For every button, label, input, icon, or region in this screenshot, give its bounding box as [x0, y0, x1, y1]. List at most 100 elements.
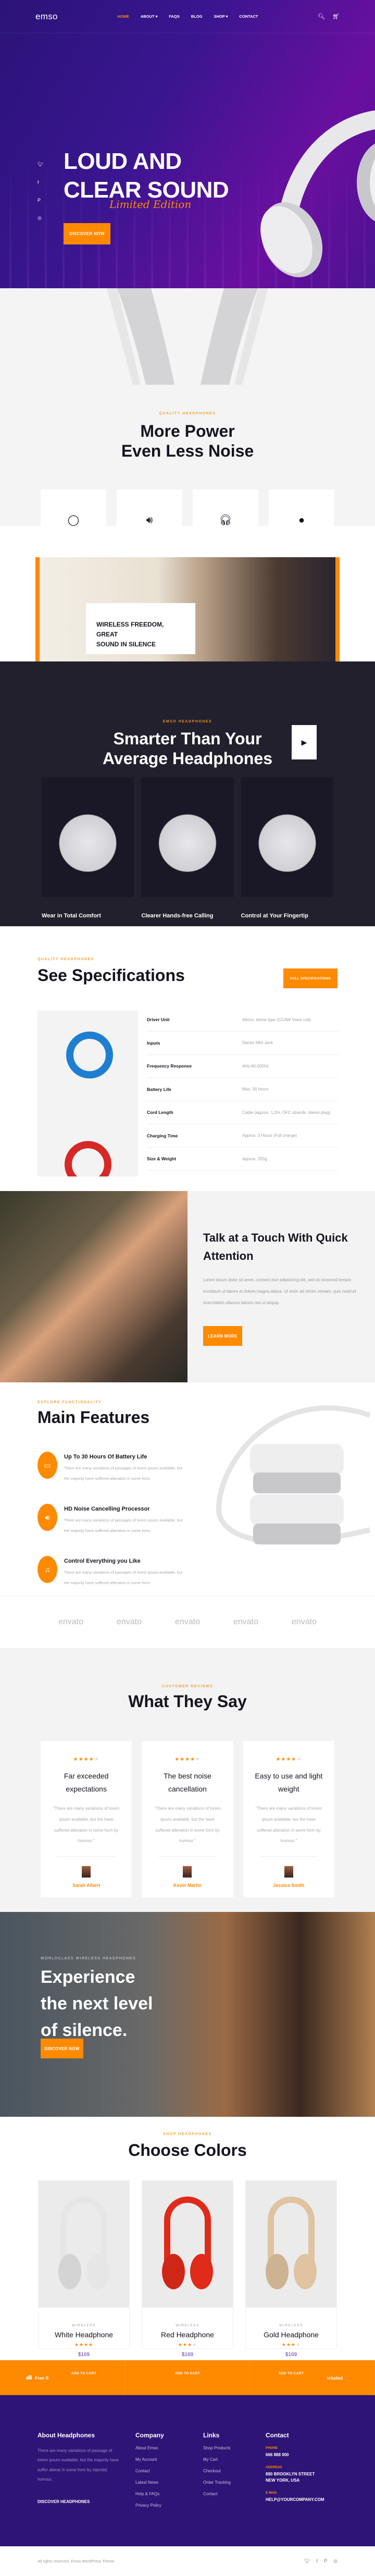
product-image[interactable] [246, 2181, 336, 2308]
divider [158, 1856, 217, 1857]
facebook-icon[interactable]: f [38, 180, 43, 185]
avatar [183, 1866, 192, 1878]
review-card: ★★★★★ The best noise cancellation "There… [142, 1741, 233, 1897]
product-name[interactable]: Gold Headphone [246, 2330, 336, 2339]
hero-title: LOUD AND CLEAR SOUND [64, 147, 229, 204]
spec-value: Cable (approx. 1.2m, OFC strands, stereo… [242, 1101, 339, 1124]
nav-home[interactable]: HOME [117, 14, 129, 19]
full-specifications-button[interactable]: FULL SPECIFICATIONS [283, 968, 338, 988]
footer-social: 🐦︎ f P ◎ [304, 2558, 338, 2564]
product-name[interactable]: White Headphone [39, 2330, 129, 2339]
footer-link[interactable]: Help & FAQs [135, 2492, 164, 2496]
smarter-title-line1: Smarter Than Your [113, 729, 262, 748]
star-empty-icon: ★ [296, 2342, 301, 2347]
smarter-title: Smarter Than Your Average Headphones [0, 729, 375, 769]
star-filled-icon: ★ [286, 2342, 291, 2347]
footer-link[interactable]: My Account [135, 2457, 164, 2462]
earcup-shape [86, 2254, 109, 2289]
star-filled-icon: ★ [83, 1757, 89, 1762]
reviews-eyebrow: CUSTOMER REVIEWS [161, 1685, 214, 1688]
spec-label: Cord Length [147, 1101, 242, 1124]
hero-title-line1: LOUD AND [64, 149, 182, 174]
learn-more-button[interactable]: LEARN MORE [203, 1326, 242, 1346]
email-label: E-MAIL [266, 2491, 278, 2495]
copyright-text: All rights reserved. Emso WordPress Them… [38, 2559, 115, 2563]
feature-text: There are many variations of passages of… [64, 1570, 183, 1585]
product-name[interactable]: Red Headphone [142, 2330, 233, 2339]
partner-logo[interactable]: envato [175, 1617, 200, 1627]
product-image[interactable] [39, 2181, 129, 2308]
cta-discover-button[interactable]: DISCOVER NOW [41, 2039, 83, 2058]
footer-link[interactable]: Contact [135, 2469, 164, 2473]
facebook-icon[interactable]: f [317, 2558, 318, 2564]
discover-now-button[interactable]: DISCOVER NOW [64, 223, 110, 244]
search-icon[interactable]: 🔍︎ [318, 13, 325, 20]
main-feature-item: 🔊︎ HD Noise Cancelling Processor There ar… [38, 1504, 189, 1556]
power-title: More Power Even Less Noise [0, 421, 375, 461]
nav-shop[interactable]: SHOP ▾ [214, 14, 228, 19]
footer-link[interactable]: Contact [203, 2492, 231, 2496]
play-button[interactable]: ▶ [292, 725, 317, 759]
instagram-icon[interactable]: ◎ [333, 2558, 338, 2564]
footer-link[interactable]: Shop Products [203, 2446, 231, 2450]
card-title: Clearer Hands-free Calling [141, 913, 214, 919]
footer-link[interactable]: About Emso [135, 2446, 164, 2450]
avatar [284, 1866, 293, 1878]
email-value[interactable]: HELP@YOURCOMPANY.COM [266, 2497, 324, 2503]
product-image[interactable] [142, 2181, 233, 2308]
star-empty-icon: ★ [192, 2342, 197, 2347]
talk-title: Talk at a Touch With Quick Attention [203, 1231, 348, 1263]
partner-logo[interactable]: envato [58, 1617, 83, 1627]
add-to-cart-button[interactable]: ADD TO CART [48, 2365, 120, 2382]
review-title: Easy to use and light weight [255, 1772, 323, 1793]
address-line2: NEW YORK, USA [266, 2478, 300, 2483]
reviewer-name: Kevin Martin [173, 1883, 202, 1888]
star-filled-icon: ★ [182, 2342, 188, 2347]
smarter-eyebrow: EMSO HEADPHONES [162, 720, 213, 723]
product-category: WIRELESS [279, 2324, 303, 2327]
pinterest-icon[interactable]: P [38, 198, 43, 203]
power-eyebrow: QUALITY HEADPHONES [159, 412, 216, 415]
spec-label: Driver Unit [147, 1008, 242, 1032]
partner-logo[interactable]: envato [233, 1617, 258, 1627]
footer-links: Links Shop Products My Cart Checkout Ord… [203, 2432, 231, 2496]
partner-logo[interactable]: envato [292, 1617, 317, 1627]
instagram-icon[interactable]: ◎ [38, 215, 43, 221]
footer-link[interactable]: My Cart [203, 2457, 231, 2462]
reviews-section: CUSTOMER REVIEWS What They Say ★★★★★ Far… [0, 1648, 375, 1912]
nav-blog[interactable]: BLOG [191, 14, 203, 19]
product-card: WIRELESS White Headphone ★★★★ $169 ADD T… [38, 2180, 130, 2382]
main-feature-item: ▭ Up To 30 Hours Of Battery Life There ar… [38, 1452, 189, 1504]
spec-row: Charging Time Approx. 3 Hours (Full charg… [147, 1124, 339, 1148]
add-to-cart-button[interactable]: ADD TO CART [255, 2365, 327, 2382]
twitter-icon[interactable]: 🐦︎ [38, 162, 43, 167]
truck-icon: 🚚︎ [26, 2375, 32, 2380]
footer-link[interactable]: Order Tracking [203, 2480, 231, 2485]
headphone-detail-image [141, 777, 234, 897]
spec-label: Inputs [147, 1031, 242, 1055]
footer-link[interactable]: Privacy Policy [135, 2503, 164, 2508]
add-to-cart-button[interactable]: ADD TO CART [152, 2365, 223, 2382]
nav-faqs[interactable]: FAQS [169, 14, 179, 19]
review-card: ★★★★★ Far exceeded expectations "There a… [41, 1741, 132, 1897]
cart-icon[interactable]: 🛒︎ [332, 13, 340, 20]
footer-link[interactable]: Latest News [135, 2480, 164, 2485]
review-text: "There are many variations of lorem ipsu… [154, 1806, 221, 1844]
partner-logo[interactable]: envato [117, 1617, 142, 1627]
footer-about-title: About Headphones [38, 2432, 95, 2439]
star-filled-icon: ★ [281, 2342, 286, 2347]
pinterest-icon[interactable]: P [324, 2558, 327, 2564]
divider [259, 1856, 318, 1857]
nav-contact[interactable]: CONTACT [239, 14, 258, 19]
footer-link[interactable]: Checkout [203, 2469, 231, 2473]
smarter-title-line2: Average Headphones [102, 749, 273, 768]
nav-about[interactable]: ABOUT ▾ [141, 14, 158, 19]
discover-headphones-link[interactable]: DISCOVER HEADPHONES [38, 2499, 121, 2504]
star-empty-icon: ★ [94, 1757, 99, 1762]
logo[interactable]: emso [35, 11, 58, 22]
review-title: The best noise cancellation [164, 1772, 211, 1793]
rating-stars: ★★★★ [142, 2342, 233, 2348]
twitter-icon[interactable]: 🐦︎ [304, 2558, 310, 2564]
star-filled-icon: ★ [276, 1757, 281, 1762]
specs-eyebrow: QUALITY HEADPHONES [38, 958, 94, 961]
